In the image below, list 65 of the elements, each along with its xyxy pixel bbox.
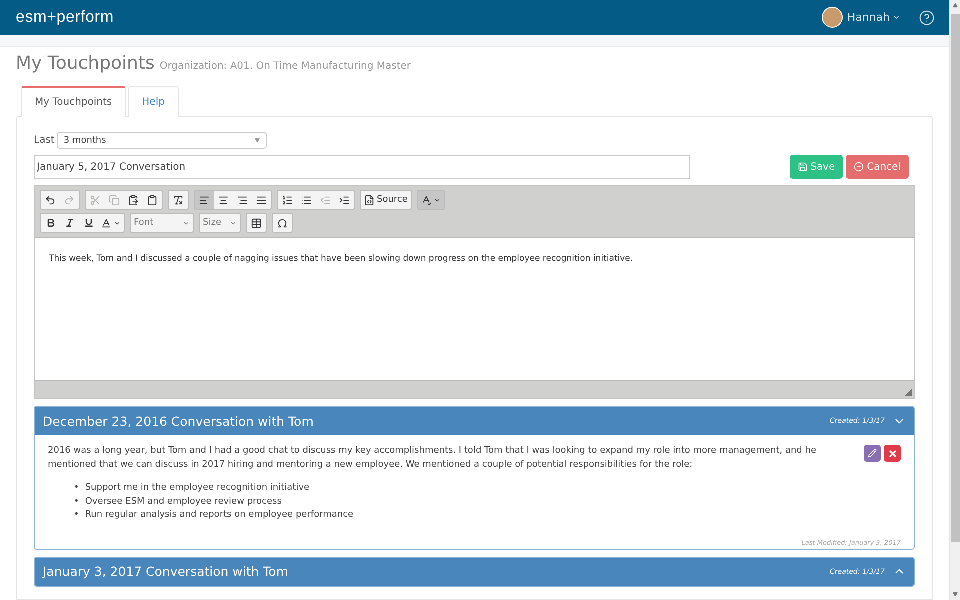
size-select[interactable]: Size [200, 214, 240, 232]
underline-icon [84, 218, 94, 228]
pencil-icon [868, 449, 877, 458]
font-select[interactable]: Font [131, 214, 193, 232]
scissors-icon [90, 194, 101, 206]
table-icon [251, 218, 262, 228]
bullet-item: Support me in the employee recognition initiative [85, 482, 310, 495]
user-menu[interactable]: Hannah [847, 11, 901, 24]
bullet-marker: • [74, 496, 80, 508]
close-icon [888, 448, 898, 458]
conversation-text: 2016 was a long year, but Tom and I had a good chat to discuss my key accomplishments. I told Tom that I was looking to expand my role into more management, and he mentioned that we can discuss in 2017 hiring and mentoring a new employee. We mentioned a couple of potential responsibilities for the role: [48, 445, 818, 472]
caret-icon [254, 138, 260, 143]
editor-text: This week, Tom and I discussed a couple of nagging issues that have been slowing down progress on the employee recognition initiative. [49, 254, 634, 264]
tab[interactable]: Help [128, 86, 179, 117]
conversation-title: December 23, 2016 Conversation with Tom [43, 414, 315, 428]
cancel-button[interactable]: Cancel [846, 155, 909, 179]
source-button[interactable]: Source [361, 191, 411, 209]
bullet-marker: • [74, 482, 80, 495]
omega-icon [277, 218, 288, 228]
caret-icon [183, 220, 190, 226]
redo-icon [64, 194, 75, 206]
help-icon[interactable] [919, 10, 935, 26]
bullet-item: Run regular analysis and reports on employee performance [85, 509, 354, 522]
align-center-icon [218, 194, 229, 206]
source-icon [364, 194, 375, 206]
undo-icon [45, 194, 56, 206]
edit-button[interactable] [864, 445, 881, 462]
outdent-icon [320, 194, 331, 206]
bullet-list-icon [301, 194, 312, 206]
caret-icon [230, 220, 237, 226]
bullet-marker: • [74, 509, 80, 522]
clear-format-icon [173, 194, 184, 206]
logo: esm+perform [16, 8, 114, 26]
conversation-title: January 3, 2017 Conversation with Tom [43, 564, 290, 579]
organization-label: Organization: A01. On Time Manufacturing Master [160, 61, 412, 72]
align-left-button[interactable] [195, 191, 214, 209]
minus-circle-icon [854, 162, 864, 172]
bold-icon [46, 218, 56, 228]
clipboard-icon [147, 194, 158, 206]
align-right-icon [237, 194, 248, 206]
indent-icon [339, 194, 350, 206]
avatar[interactable] [822, 7, 844, 28]
justify-icon [256, 194, 267, 206]
caret-icon [892, 13, 901, 22]
caret-icon [434, 196, 441, 204]
scroll-down-icon[interactable] [952, 592, 958, 597]
delete-button[interactable] [884, 445, 901, 462]
scroll-thumb[interactable] [950, 14, 960, 542]
text-color-icon [101, 218, 112, 228]
scrollbar[interactable] [949, 0, 960, 600]
tab[interactable]: My Touchpoints [21, 86, 126, 117]
numbered-list-icon [282, 194, 293, 206]
resize-grip-icon[interactable] [905, 389, 912, 396]
paste-icon [128, 194, 139, 206]
caret-icon [114, 220, 121, 226]
bullet-item: Oversee ESM and employee review process [85, 496, 282, 508]
copy-icon [109, 194, 120, 206]
italic-icon [64, 218, 74, 228]
spellcheck-icon [420, 194, 432, 206]
save-button[interactable]: Save [790, 155, 844, 179]
align-left-icon [199, 194, 210, 206]
scroll-up-icon[interactable] [952, 3, 958, 8]
filter-label: Last [34, 135, 55, 146]
page-title: My Touchpoints [16, 53, 155, 74]
period-select[interactable]: 3 months [56, 132, 267, 149]
